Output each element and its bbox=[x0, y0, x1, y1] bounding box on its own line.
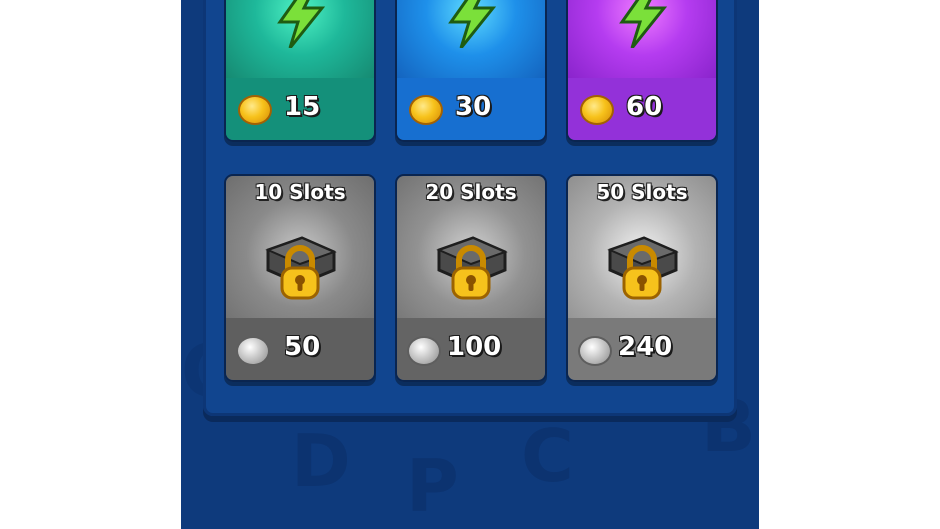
gold-coin-icon bbox=[580, 95, 614, 125]
shop-panel: 15 30 60 10 Slots 50 20 Slots 100 50 Slo… bbox=[203, 0, 737, 416]
silver-coin-icon bbox=[236, 336, 270, 366]
lightning-bolt-icon bbox=[619, 0, 668, 48]
lightning-bolt-icon bbox=[277, 0, 326, 48]
energy-pack-card[interactable]: 60 bbox=[566, 0, 718, 142]
slot-pack-label: 20 Slots bbox=[425, 180, 517, 204]
background-decoration: D bbox=[291, 419, 351, 503]
slot-pack-label: 50 Slots bbox=[596, 180, 688, 204]
slot-pack-price: 100 bbox=[447, 332, 502, 362]
slot-pack-card[interactable]: 10 Slots 50 bbox=[224, 174, 376, 382]
silver-coin-icon bbox=[407, 336, 441, 366]
slot-pack-card[interactable]: 20 Slots 100 bbox=[395, 174, 547, 382]
game-screen: O D P C B 15 30 bbox=[181, 0, 759, 529]
background-decoration: C bbox=[521, 414, 574, 498]
slot-pack-card[interactable]: 50 Slots 240 bbox=[566, 174, 718, 382]
gold-coin-icon bbox=[409, 95, 443, 125]
padlock-icon bbox=[436, 236, 508, 300]
gold-coin-icon bbox=[238, 95, 272, 125]
energy-pack-card[interactable]: 30 bbox=[395, 0, 547, 142]
energy-pack-card[interactable]: 15 bbox=[224, 0, 376, 142]
slot-pack-price: 240 bbox=[618, 332, 673, 362]
energy-pack-price: 30 bbox=[455, 92, 492, 122]
background-decoration: P bbox=[406, 444, 459, 528]
energy-pack-price: 60 bbox=[626, 92, 663, 122]
silver-coin-icon bbox=[578, 336, 612, 366]
lightning-bolt-icon bbox=[448, 0, 497, 48]
padlock-icon bbox=[607, 236, 679, 300]
energy-pack-price: 15 bbox=[284, 92, 321, 122]
padlock-icon bbox=[265, 236, 337, 300]
slot-pack-label: 10 Slots bbox=[254, 180, 346, 204]
slot-pack-price: 50 bbox=[284, 332, 321, 362]
